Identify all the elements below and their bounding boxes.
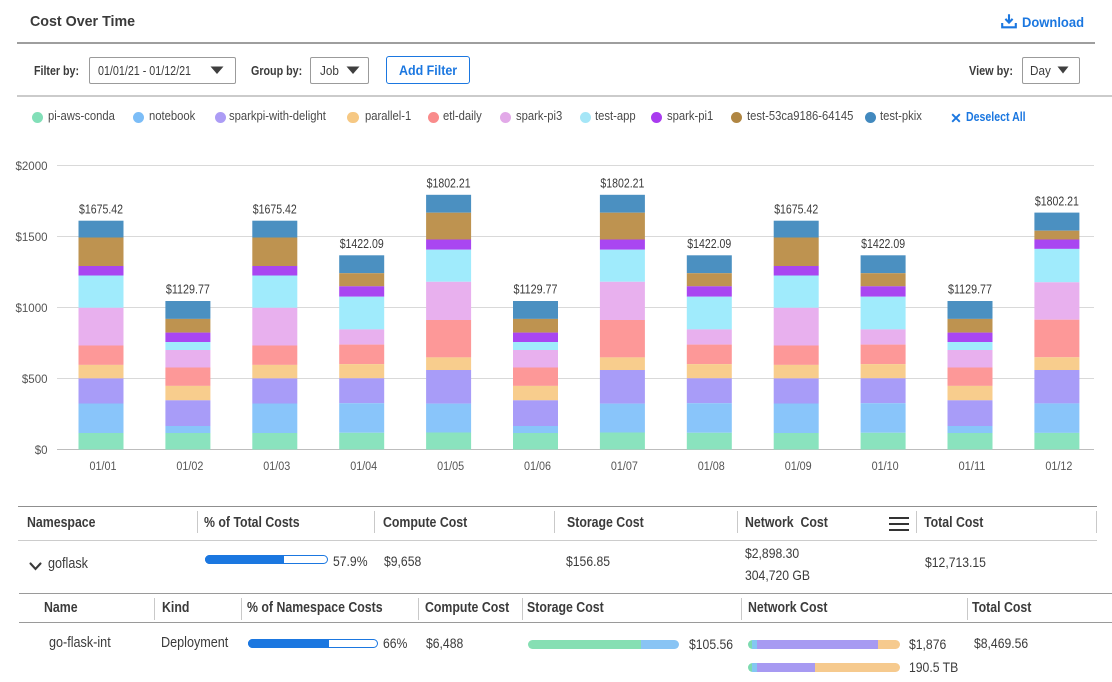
svg-text:$1675.42: $1675.42 (79, 202, 123, 216)
svg-text:$1422.09: $1422.09 (861, 237, 905, 251)
svg-text:$1802.21: $1802.21 (427, 177, 471, 191)
svg-text:01/05: 01/05 (437, 461, 464, 473)
svg-text:$1500: $1500 (16, 232, 48, 244)
svg-text:01/12: 01/12 (1045, 461, 1072, 473)
svg-text:01/06: 01/06 (524, 461, 551, 473)
svg-text:$500: $500 (22, 374, 48, 386)
svg-text:$1129.77: $1129.77 (166, 283, 210, 297)
svg-text:01/09: 01/09 (785, 461, 812, 473)
svg-text:01/08: 01/08 (698, 461, 725, 473)
svg-text:$1129.77: $1129.77 (514, 283, 558, 297)
svg-text:$1675.42: $1675.42 (774, 202, 818, 216)
svg-text:$1675.42: $1675.42 (253, 202, 297, 216)
svg-text:01/01: 01/01 (90, 461, 117, 473)
svg-text:$1422.09: $1422.09 (340, 237, 384, 251)
svg-text:$1802.21: $1802.21 (1035, 194, 1079, 208)
svg-text:01/07: 01/07 (611, 461, 638, 473)
svg-text:$1129.77: $1129.77 (948, 283, 992, 297)
svg-text:01/11: 01/11 (959, 461, 986, 473)
svg-text:01/10: 01/10 (872, 461, 899, 473)
svg-text:$0: $0 (35, 445, 48, 457)
svg-text:$1422.09: $1422.09 (687, 237, 731, 251)
svg-text:01/02: 01/02 (176, 461, 203, 473)
svg-text:$1802.21: $1802.21 (600, 177, 644, 191)
svg-text:01/03: 01/03 (263, 461, 290, 473)
svg-text:$2000: $2000 (16, 161, 48, 173)
svg-text:01/04: 01/04 (350, 461, 378, 473)
svg-text:$1000: $1000 (16, 303, 48, 315)
